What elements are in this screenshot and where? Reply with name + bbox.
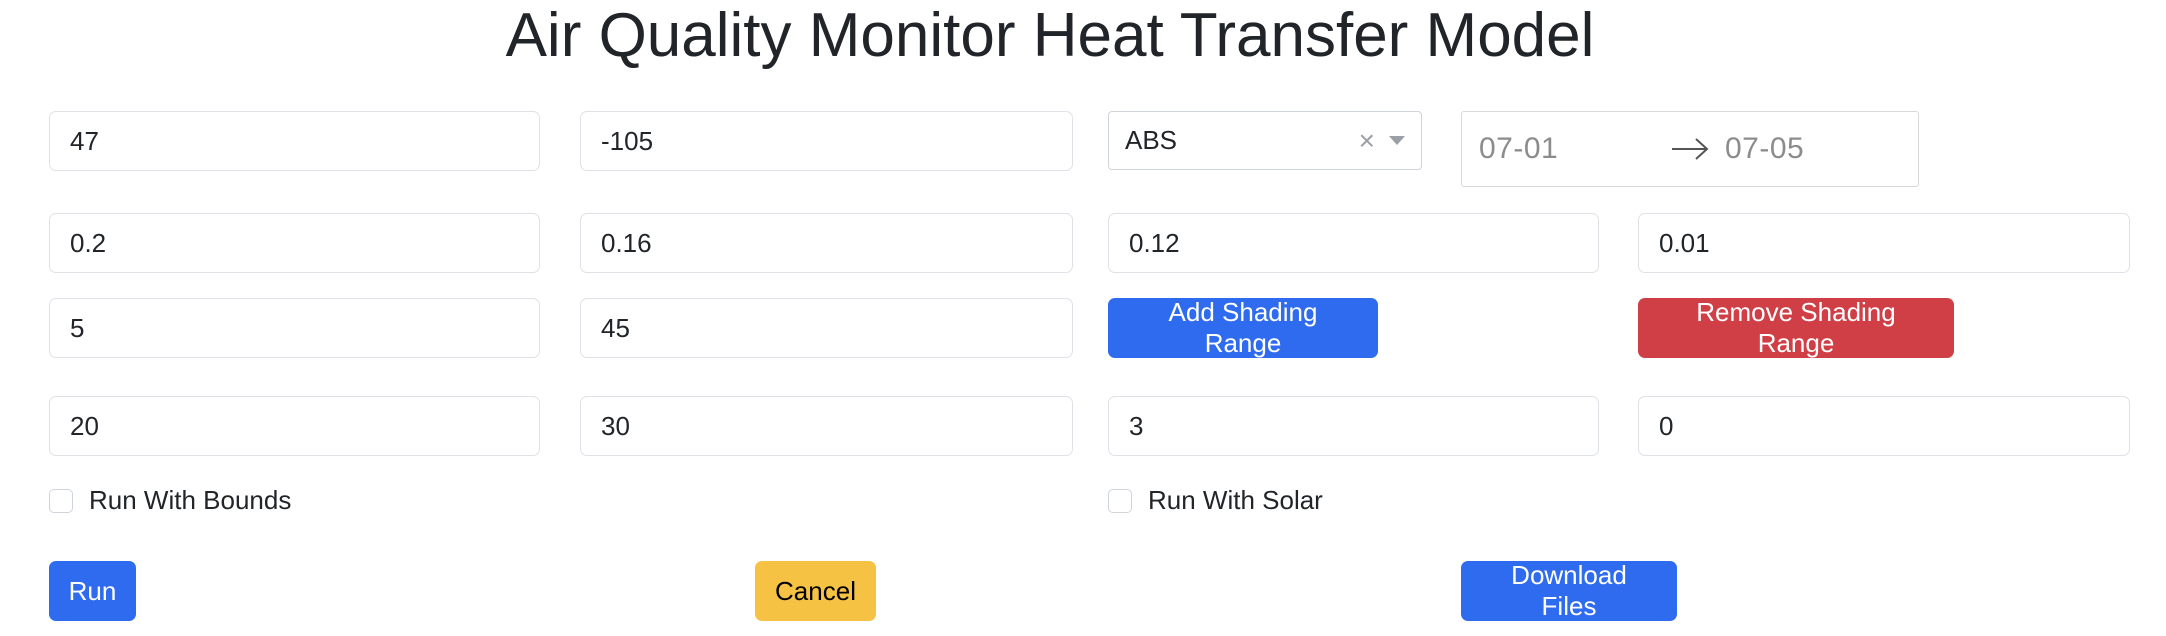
bounds-input-2[interactable] bbox=[580, 396, 1073, 456]
run-button[interactable]: Run bbox=[49, 561, 136, 621]
run-with-bounds-label: Run With Bounds bbox=[89, 485, 292, 515]
page: Air Quality Monitor Heat Transfer Model … bbox=[0, 0, 2166, 636]
page-title: Air Quality Monitor Heat Transfer Model bbox=[505, 1, 1595, 70]
bounds-input-1[interactable] bbox=[49, 396, 540, 456]
arrow-right-icon bbox=[1672, 138, 1709, 160]
run-with-solar-label: Run With Solar bbox=[1148, 485, 1323, 515]
remove-shading-range-button[interactable]: Remove Shading Range bbox=[1638, 297, 1954, 358]
parameter-input-1[interactable] bbox=[49, 213, 540, 273]
add-shading-range-button[interactable]: Add Shading Range bbox=[1108, 297, 1378, 358]
date-range-start[interactable]: 07-01 bbox=[1479, 112, 1558, 186]
clear-icon[interactable]: × bbox=[1359, 126, 1375, 155]
download-files-button[interactable]: Download Files bbox=[1461, 560, 1677, 621]
cancel-button[interactable]: Cancel bbox=[755, 561, 876, 621]
shading-end-input[interactable] bbox=[580, 298, 1073, 358]
date-range-end[interactable]: 07-05 bbox=[1725, 112, 1804, 186]
chevron-down-icon[interactable] bbox=[1389, 136, 1405, 145]
latitude-input[interactable] bbox=[49, 111, 540, 171]
date-range-picker[interactable]: 07-01 07-05 bbox=[1461, 111, 1919, 187]
parameter-input-2[interactable] bbox=[580, 213, 1073, 273]
longitude-input[interactable] bbox=[580, 111, 1073, 171]
checkbox-box[interactable] bbox=[49, 488, 73, 513]
checkbox-box[interactable] bbox=[1108, 488, 1132, 513]
material-select[interactable]: ABS × bbox=[1108, 111, 1422, 170]
bounds-input-4[interactable] bbox=[1638, 396, 2130, 456]
parameter-input-4[interactable] bbox=[1638, 213, 2130, 273]
shading-start-input[interactable] bbox=[49, 298, 540, 358]
run-with-bounds-checkbox[interactable]: Run With Bounds bbox=[49, 485, 291, 516]
material-select-value: ABS bbox=[1125, 125, 1178, 155]
run-with-solar-checkbox[interactable]: Run With Solar bbox=[1108, 485, 1323, 516]
parameter-input-3[interactable] bbox=[1108, 213, 1599, 273]
bounds-input-3[interactable] bbox=[1108, 396, 1599, 456]
